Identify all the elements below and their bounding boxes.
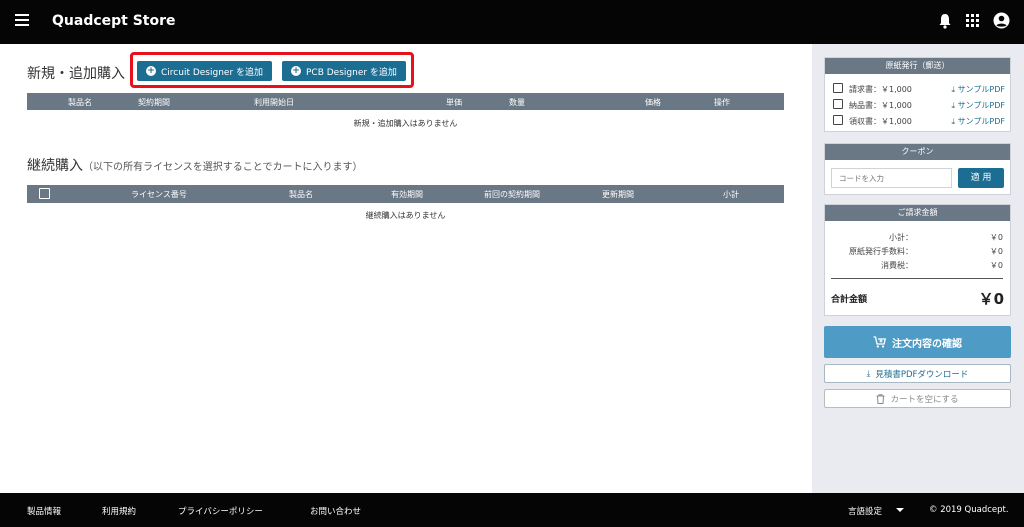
select-all-checkbox[interactable] — [39, 188, 50, 199]
top-icons — [938, 12, 1010, 29]
main-content — [0, 44, 812, 493]
column-header: 数量 — [509, 98, 525, 107]
invoice-sample-pdf-link[interactable]: ⤓ サンプルPDF — [952, 84, 1005, 95]
column-header: 更新期間 — [602, 190, 634, 199]
cart-sidebar: 原紙発行（郵送） 請求書：￥1,000 ⤓ サンプルPDF 納品書：￥1,000… — [812, 44, 1024, 493]
column-header: 小計 — [723, 190, 739, 199]
trash-icon — [876, 393, 885, 404]
renewal-title: 継続購入 — [27, 158, 83, 174]
download-icon: ⤓ — [866, 368, 871, 379]
column-header: 操作 — [714, 98, 730, 107]
footer: 製品情報 利用規約 プライバシーポリシー お問い合わせ 言語設定 © 2019 … — [0, 493, 1024, 527]
total-divider — [831, 278, 1003, 279]
renewal-subtitle: （以下の所有ライセンスを選択することでカートに入ります） — [83, 162, 363, 173]
column-header: ライセンス番号 — [131, 190, 187, 199]
invoice-option: 請求書：￥1,000 ⤓ サンプルPDF — [833, 83, 1005, 95]
column-header: 利用開始日 — [254, 98, 294, 107]
add-pcb-designer-button[interactable]: + PCB Designer を追加 — [282, 61, 406, 81]
quote-pdf-label: 見積書PDFダウンロード — [875, 369, 969, 380]
subtotal-label: 小計： — [889, 233, 913, 242]
billing-title: ご請求金額 — [825, 205, 1010, 221]
copyright: © 2019 Quadcept. — [929, 505, 1009, 515]
plus-circle-icon: + — [146, 66, 156, 76]
paper-docs-card: 原紙発行（郵送） 請求書：￥1,000 ⤓ サンプルPDF 納品書：￥1,000… — [824, 57, 1011, 132]
delivery-note-checkbox[interactable] — [833, 99, 843, 109]
renewal-empty-message: 継続購入はありません — [365, 211, 446, 220]
bell-icon[interactable] — [938, 13, 952, 29]
coupon-title: クーポン — [825, 144, 1010, 160]
column-header: 単価 — [446, 98, 462, 107]
column-header: 製品名 — [289, 190, 313, 199]
column-header: 前回の契約期間 — [484, 190, 540, 199]
paper-fee-label: 原紙発行手数料： — [849, 247, 913, 256]
language-selector[interactable]: 言語設定 — [848, 505, 882, 517]
column-header: 価格 — [645, 98, 661, 107]
paper-docs-title: 原紙発行（郵送） — [825, 58, 1010, 74]
renewal-title-row: 継続購入（以下の所有ライセンスを選択することでカートに入ります） — [27, 155, 363, 175]
subtotal-value: ￥0 — [989, 233, 1003, 242]
total-value: ￥0 — [978, 290, 1004, 308]
invoice-label: 請求書：￥1,000 — [849, 85, 912, 94]
hamburger-menu-icon[interactable] — [15, 14, 29, 26]
add-pcb-designer-label: PCB Designer を追加 — [306, 67, 397, 78]
apply-coupon-button[interactable]: 適 用 — [958, 168, 1004, 188]
clear-cart-button[interactable]: カートを空にする — [824, 389, 1011, 408]
top-app-bar: Quadcept Store — [0, 0, 1024, 44]
add-circuit-designer-label: Circuit Designer を追加 — [161, 67, 264, 78]
total-label: 合計金額 — [831, 295, 868, 305]
new-purchase-table-header: 製品名 契約期間 利用開始日 単価 数量 価格 操作 — [27, 93, 784, 110]
receipt-label: 領収書：￥1,000 — [849, 117, 912, 126]
coupon-card: クーポン 適 用 — [824, 143, 1011, 195]
column-header: 契約期間 — [138, 98, 170, 107]
footer-link-products[interactable]: 製品情報 — [27, 505, 61, 517]
plus-circle-icon: + — [291, 66, 301, 76]
new-purchase-empty-message: 新規・追加購入はありません — [353, 119, 458, 128]
apps-grid-icon[interactable] — [966, 14, 979, 27]
renewal-table-header: ライセンス番号 製品名 有効期間 前回の契約期間 更新期間 小計 — [27, 185, 784, 203]
delivery-note-option: 納品書：￥1,000 ⤓ サンプルPDF — [833, 99, 1005, 111]
cart-plus-icon — [873, 336, 886, 348]
tax-label: 消費税： — [881, 261, 913, 270]
sample-pdf-label: サンプルPDF — [957, 101, 1005, 110]
invoice-checkbox[interactable] — [833, 83, 843, 93]
column-header: 製品名 — [68, 98, 92, 107]
footer-link-privacy[interactable]: プライバシーポリシー — [178, 505, 263, 517]
new-purchase-title: 新規・追加購入 — [27, 66, 125, 82]
sample-pdf-label: サンプルPDF — [957, 117, 1005, 126]
delivery-note-label: 納品書：￥1,000 — [849, 101, 912, 110]
footer-link-contact[interactable]: お問い合わせ — [310, 505, 361, 517]
store-brand[interactable]: Quadcept Store — [52, 13, 176, 29]
quote-pdf-download-button[interactable]: ⤓ 見積書PDFダウンロード — [824, 364, 1011, 383]
paper-fee-value: ￥0 — [989, 247, 1003, 256]
confirm-order-label: 注文内容の確認 — [892, 338, 962, 350]
receipt-sample-pdf-link[interactable]: ⤓ サンプルPDF — [952, 116, 1005, 127]
account-icon[interactable] — [993, 12, 1010, 29]
sample-pdf-label: サンプルPDF — [957, 85, 1005, 94]
tax-value: ￥0 — [989, 261, 1003, 270]
add-circuit-designer-button[interactable]: + Circuit Designer を追加 — [137, 61, 273, 81]
chevron-down-icon[interactable] — [896, 508, 904, 512]
coupon-code-input[interactable] — [831, 168, 952, 188]
receipt-option: 領収書：￥1,000 ⤓ サンプルPDF — [833, 115, 1005, 127]
clear-cart-label: カートを空にする — [890, 394, 959, 405]
footer-link-terms[interactable]: 利用規約 — [102, 505, 136, 517]
receipt-checkbox[interactable] — [833, 115, 843, 125]
delivery-note-sample-pdf-link[interactable]: ⤓ サンプルPDF — [952, 100, 1005, 111]
billing-card: ご請求金額 小計： ￥0 原紙発行手数料： ￥0 消費税： ￥0 合計金額 ￥0 — [824, 204, 1011, 316]
confirm-order-button[interactable]: 注文内容の確認 — [824, 326, 1011, 358]
column-header: 有効期間 — [391, 190, 423, 199]
